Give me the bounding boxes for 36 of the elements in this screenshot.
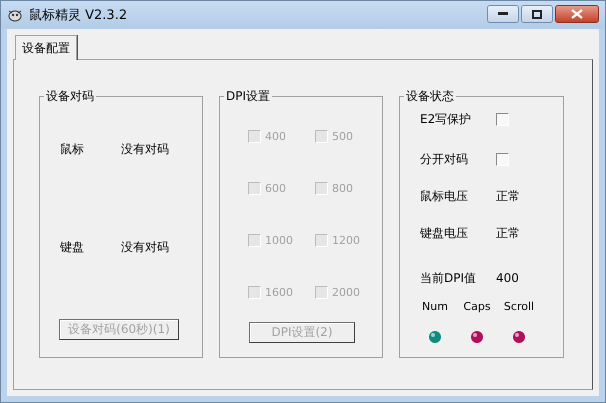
checkbox-label: 1200 — [332, 234, 360, 246]
status-label: 鼠标电压 — [420, 188, 469, 204]
tab[interactable]: 设备配置 — [15, 35, 77, 60]
checkbox-label: 1000 — [265, 234, 293, 246]
status-label: E2写保护 — [420, 110, 472, 128]
checkbox-label: 2000 — [332, 286, 360, 298]
checkbox-label: 600 — [265, 182, 286, 194]
checkbox[interactable] — [496, 152, 509, 166]
status-label: 分开对码 — [420, 150, 469, 168]
close-button[interactable] — [555, 5, 599, 23]
device-label: 键盘 — [60, 239, 85, 256]
maximize-icon — [532, 10, 542, 18]
maximize-button[interactable] — [521, 5, 553, 23]
group-title: 设备状态 — [405, 88, 455, 105]
minimize-button[interactable] — [487, 5, 519, 23]
pair-status: 没有对码 — [121, 141, 169, 158]
led-label: Caps — [463, 300, 491, 313]
checkbox-label: 800 — [332, 182, 353, 194]
window-title: 鼠标精灵 V2.3.2 — [29, 7, 128, 24]
checkbox[interactable] — [496, 112, 509, 126]
device-label: 鼠标 — [60, 141, 85, 158]
status-value: 400 — [496, 271, 519, 285]
status-label: 当前DPI值 — [420, 270, 478, 286]
group-title: 设备对码 — [45, 88, 95, 105]
status-value: 正常 — [496, 188, 520, 204]
group-title: DPI设置 — [225, 88, 272, 105]
checkbox-label: 1600 — [265, 286, 293, 298]
status-value: 正常 — [496, 224, 520, 242]
minimize-icon — [498, 12, 508, 16]
checkbox-label: 500 — [332, 130, 353, 142]
checkbox-label: 400 — [265, 130, 286, 142]
led-label: Scroll — [504, 300, 534, 313]
close-icon — [571, 9, 583, 19]
pair-status: 没有对码 — [121, 239, 169, 256]
status-label: 键盘电压 — [420, 224, 469, 242]
led-label: Num — [422, 300, 448, 313]
